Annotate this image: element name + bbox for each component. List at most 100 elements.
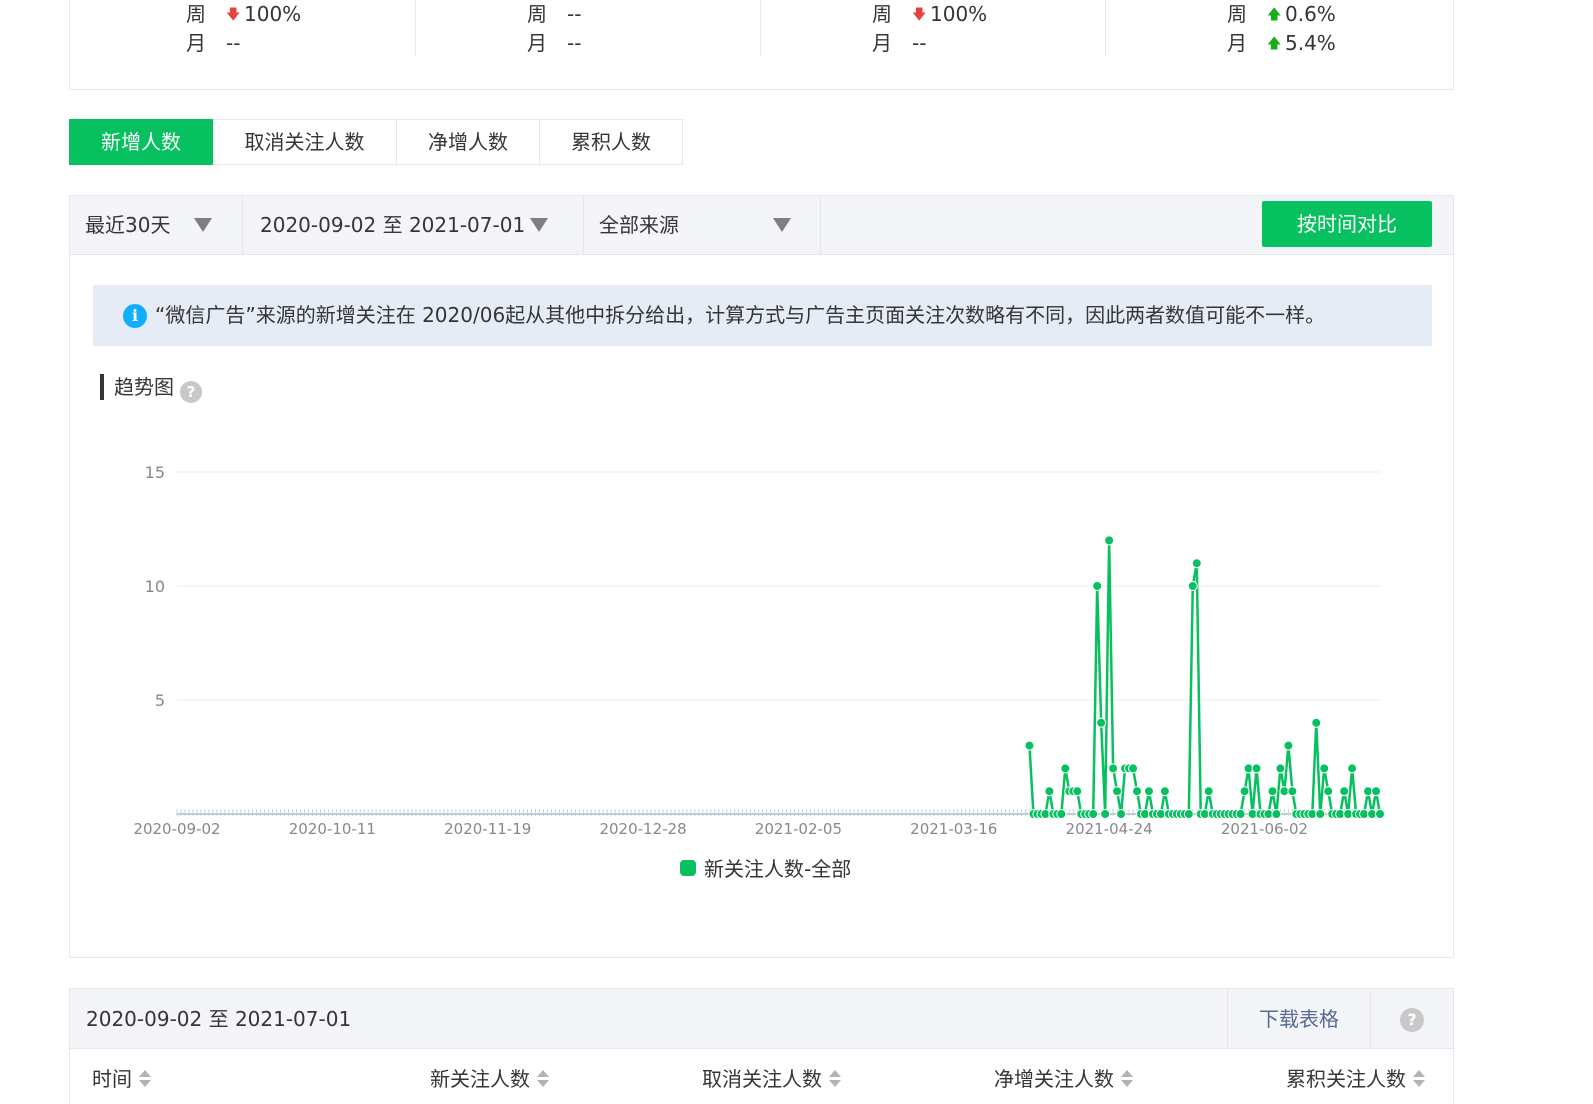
data-point[interactable] (1311, 717, 1322, 728)
tab-unfollowers[interactable]: 取消关注人数 (213, 119, 397, 165)
data-point[interactable] (1088, 809, 1099, 819)
help-icon[interactable]: ? (1400, 1008, 1424, 1032)
data-point[interactable] (1251, 763, 1262, 774)
column-header-net-growth[interactable]: 净增关注人数 (994, 1063, 1134, 1092)
data-point[interactable] (1323, 786, 1334, 797)
x-tick-label: 2021-04-24 (1066, 820, 1153, 838)
data-point[interactable] (1183, 809, 1194, 819)
column-header-new-followers[interactable]: 新关注人数 (430, 1063, 550, 1092)
data-point[interactable] (1116, 809, 1127, 819)
sort-icon (828, 1070, 842, 1088)
data-point[interactable] (1072, 786, 1083, 797)
data-point[interactable] (1271, 809, 1282, 819)
month-label: 月 (872, 31, 892, 55)
week-label: 周 (186, 2, 206, 26)
sort-icon (536, 1070, 550, 1088)
chart-series (1024, 535, 1385, 819)
y-tick-label: 10 (145, 577, 165, 596)
stat-column: 周 -- 月 -- (416, 0, 761, 56)
stat-column: 周 🡇 100% 月 -- (70, 0, 416, 56)
data-point[interactable] (1375, 809, 1385, 819)
data-point[interactable] (1191, 558, 1202, 569)
week-label: 周 (872, 2, 892, 26)
data-point[interactable] (1143, 786, 1154, 797)
data-point[interactable] (1044, 786, 1055, 797)
arrow-down-icon: 🡇 (226, 7, 241, 23)
data-point[interactable] (1371, 786, 1382, 797)
data-point[interactable] (1112, 786, 1123, 797)
data-point[interactable] (1319, 763, 1330, 774)
data-point[interactable] (1339, 786, 1350, 797)
chart-y-ticks: 5 10 15 (145, 463, 165, 710)
month-label: 月 (1227, 31, 1247, 55)
data-point[interactable] (1108, 763, 1119, 774)
stat-month-row: 月 🡅 5.4% (1227, 29, 1336, 57)
column-header-time[interactable]: 时间 (92, 1063, 152, 1092)
trend-chart: 51015 2020-09-02 2020-10-11 2020-11-19 2020… (133, 463, 1385, 881)
week-label: 周 (1227, 2, 1247, 26)
sort-icon (1412, 1070, 1426, 1088)
tab-new-followers[interactable]: 新增人数 (69, 119, 213, 165)
column-header-unfollowers[interactable]: 取消关注人数 (702, 1063, 842, 1092)
tab-cumulative[interactable]: 累积人数 (540, 119, 683, 165)
stat-week-row: 周 🡇 100% (186, 0, 301, 28)
data-point[interactable] (1132, 786, 1143, 797)
arrow-up-icon: 🡅 (1267, 7, 1282, 23)
data-point[interactable] (1060, 763, 1071, 774)
column-header-cumulative[interactable]: 累积关注人数 (1286, 1063, 1426, 1092)
column-header-label: 时间 (92, 1067, 132, 1091)
legend-label[interactable]: 新关注人数-全部 (704, 857, 851, 881)
column-header-label: 累积关注人数 (1286, 1067, 1406, 1091)
x-tick-label: 2020-11-19 (444, 820, 531, 838)
sort-icon (1120, 1070, 1134, 1088)
x-tick-label: 2020-10-11 (289, 820, 376, 838)
data-point[interactable] (1267, 786, 1278, 797)
data-point[interactable] (1283, 740, 1294, 751)
data-point[interactable] (1239, 786, 1250, 797)
data-point[interactable] (1024, 740, 1035, 751)
data-point[interactable] (1187, 581, 1198, 591)
data-point[interactable] (1315, 809, 1326, 819)
x-tick-label: 2020-09-02 (133, 820, 220, 838)
table-range-label: 2020-09-02 至 2021-07-01 (86, 1007, 352, 1031)
data-point[interactable] (1275, 763, 1286, 774)
stat-month-row: 月 -- (872, 29, 926, 57)
month-value: -- (567, 31, 582, 55)
data-point[interactable] (1092, 581, 1103, 591)
week-value: 100% (930, 2, 988, 26)
stat-month-row: 月 -- (527, 29, 581, 57)
stats-card: 周 🡇 100% 月 -- 周 -- 月 -- 周 🡇 100% 月 -- 周 🡅 0.6% 月 🡅 5… (69, 0, 1454, 90)
week-label: 周 (527, 2, 547, 26)
data-point[interactable] (1203, 786, 1214, 797)
data-point[interactable] (1056, 809, 1067, 819)
data-point[interactable] (1128, 763, 1139, 774)
data-point[interactable] (1287, 786, 1298, 797)
week-value: 100% (244, 2, 302, 26)
stat-column: 周 🡅 0.6% 月 🡅 5.4% (1106, 0, 1455, 56)
week-value: -- (567, 2, 582, 26)
x-tick-label: 2021-06-02 (1221, 820, 1308, 838)
trend-panel: 最近30天 2020-09-02 至 2021-07-01 全部来源 按时间对比… (69, 195, 1454, 958)
stat-week-row: 周 🡅 0.6% (1227, 0, 1336, 28)
tab-net-growth[interactable]: 净增人数 (397, 119, 540, 165)
y-tick-label: 5 (155, 691, 165, 710)
x-tick-label: 2021-02-05 (755, 820, 842, 838)
data-point[interactable] (1100, 809, 1111, 819)
data-point[interactable] (1159, 786, 1170, 797)
data-table-panel: 2020-09-02 至 2021-07-01 下载表格 ? 时间 新关注人数 … (69, 988, 1454, 1104)
data-point[interactable] (1096, 717, 1107, 728)
data-point[interactable] (1235, 809, 1246, 819)
table-toolbar: 2020-09-02 至 2021-07-01 下载表格 ? (70, 989, 1453, 1049)
metric-tabs: 新增人数 取消关注人数 净增人数 累积人数 (69, 119, 683, 165)
chart-x-ticks: 2020-09-02 2020-10-11 2020-11-19 2020-12-28… (133, 820, 1308, 838)
y-tick-label: 15 (145, 463, 165, 482)
x-tick-label: 2020-12-28 (599, 820, 686, 838)
download-table-button[interactable]: 下载表格 (1227, 989, 1371, 1049)
column-header-label: 净增关注人数 (994, 1067, 1114, 1091)
arrow-down-icon: 🡇 (912, 7, 927, 23)
data-point[interactable] (1347, 763, 1358, 774)
data-point[interactable] (1104, 535, 1115, 546)
legend-swatch (680, 860, 696, 876)
chart-legend: 新关注人数-全部 (680, 857, 851, 881)
column-header-label: 新关注人数 (430, 1067, 530, 1091)
